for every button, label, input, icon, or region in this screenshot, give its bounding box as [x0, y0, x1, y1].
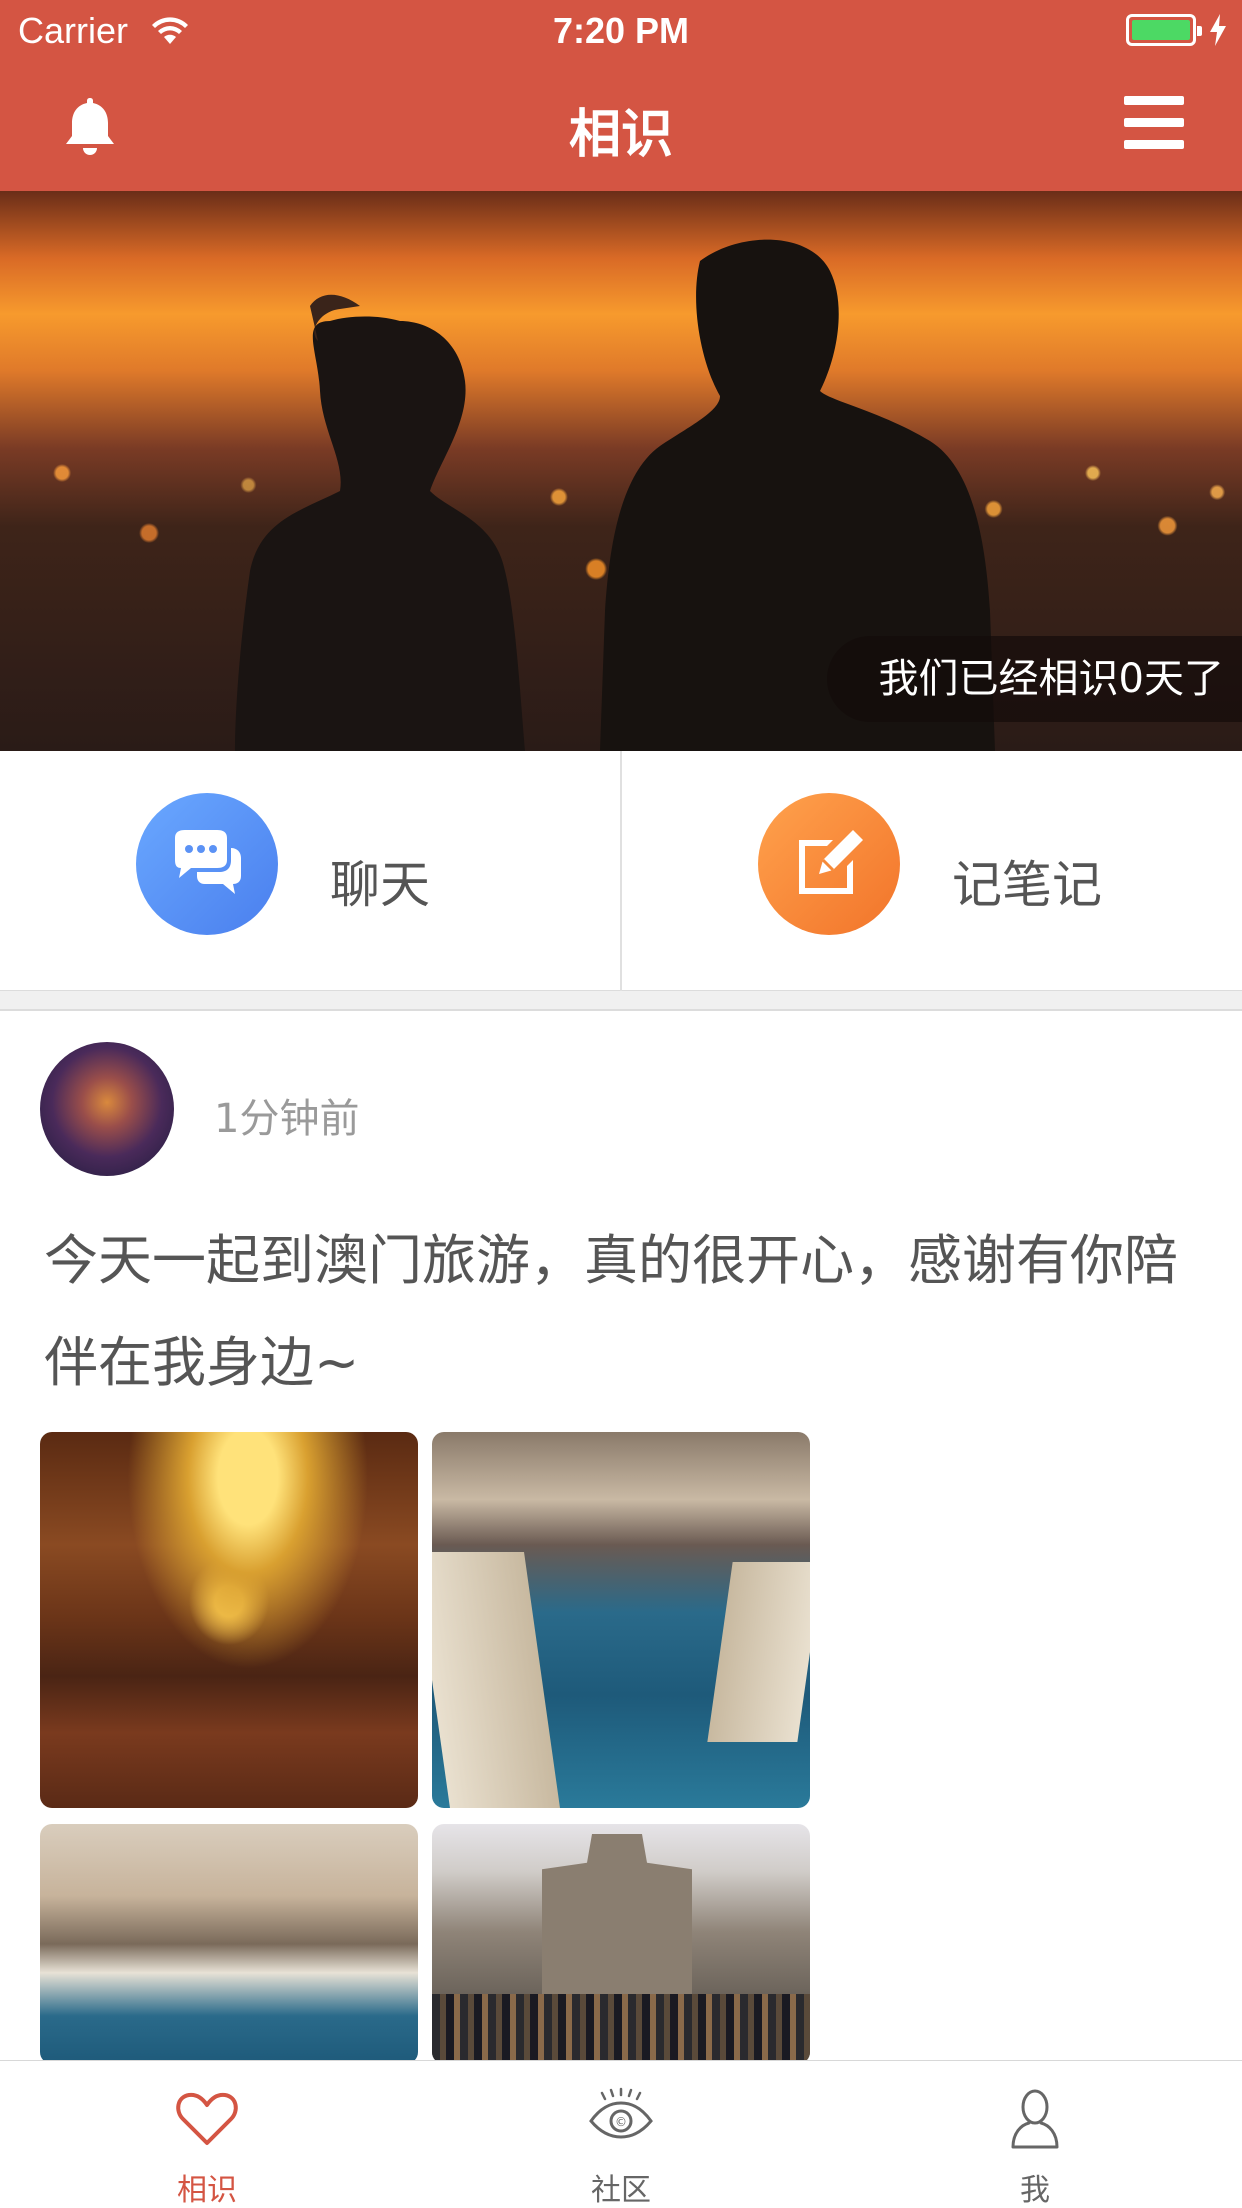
charging-bolt-icon — [1210, 14, 1226, 46]
svg-text:©: © — [615, 2115, 627, 2129]
post-timestamp: 1分钟前 — [214, 1096, 360, 1142]
days-together-caption: 我们已经相识0天了 — [826, 636, 1242, 722]
chat-button[interactable]: 聊天 — [0, 751, 620, 991]
status-time: 7:20 PM — [552, 10, 690, 51]
tab-label: 相识 — [177, 2173, 237, 2208]
eye-icon: © — [589, 2087, 653, 2139]
tab-me[interactable]: 我 — [828, 2061, 1242, 2208]
note-icon-circle — [758, 793, 900, 935]
hero-banner: 我们已经相识0天了 — [0, 191, 1242, 751]
heart-icon — [176, 2092, 238, 2145]
battery-icon — [1126, 14, 1202, 46]
avatar[interactable] — [40, 1042, 174, 1176]
status-bar: Carrier 7:20 PM — [0, 0, 1242, 60]
tab-bar: 相识 © 社区 我 — [0, 2060, 1242, 2208]
chat-bubbles-icon — [175, 830, 241, 894]
chat-label: 聊天 — [330, 856, 430, 914]
action-row: 聊天 记笔记 — [0, 751, 1242, 991]
photo-gondola-bridge[interactable] — [40, 1824, 418, 2064]
photo-st-paul-ruins[interactable] — [432, 1824, 810, 2064]
post-text: 今天一起到澳门旅游，真的很开心，感谢有你陪伴在我身边~ — [44, 1229, 1178, 1394]
note-label: 记笔记 — [952, 856, 1102, 914]
tab-acquaint[interactable]: 相识 — [0, 2061, 414, 2208]
note-button[interactable]: 记笔记 — [622, 751, 1242, 991]
tab-label: 社区 — [591, 2173, 651, 2208]
chat-icon-circle — [136, 793, 278, 935]
menu-icon[interactable] — [1124, 96, 1184, 150]
section-gap — [0, 991, 1242, 1011]
photo-venetian-canal[interactable] — [432, 1432, 810, 1808]
photo-chandelier-hall[interactable] — [40, 1432, 418, 1808]
tab-community[interactable]: © 社区 — [414, 2061, 828, 2208]
top-bar: Carrier 7:20 PM 相识 — [0, 0, 1242, 191]
person-icon — [1011, 2089, 1059, 2149]
page-title: 相识 — [568, 105, 673, 165]
pencil-note-icon — [799, 830, 863, 894]
tab-label: 我 — [1020, 2173, 1050, 2208]
